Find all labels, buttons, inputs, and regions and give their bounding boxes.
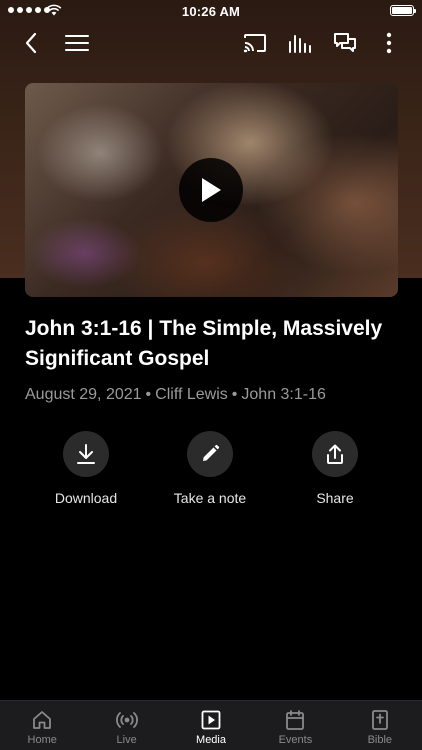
meta-separator: • xyxy=(145,386,152,403)
download-label: Download xyxy=(54,490,118,506)
live-broadcast-icon xyxy=(115,712,138,728)
tab-live[interactable]: Live xyxy=(84,701,168,750)
video-thumbnail[interactable] xyxy=(25,83,398,297)
top-toolbar xyxy=(0,26,422,60)
download-button[interactable]: Download xyxy=(31,431,141,506)
tab-bar: Home Live Media Events Bible xyxy=(0,700,422,750)
meta-passage: John 3:1-16 xyxy=(241,386,326,403)
share-label: Share xyxy=(316,490,354,506)
video-meta: August 29, 2021 • Cliff Lewis • John 3:1-16 xyxy=(25,386,326,404)
bible-icon xyxy=(371,710,388,730)
tab-home[interactable]: Home xyxy=(0,701,84,750)
pencil-icon xyxy=(203,444,220,461)
calendar-icon xyxy=(286,710,305,730)
take-note-button[interactable]: Take a note xyxy=(155,431,265,506)
status-time: 10:26 AM xyxy=(181,4,241,19)
download-icon xyxy=(77,444,95,464)
share-button[interactable]: Share xyxy=(280,431,390,506)
audio-bars-icon xyxy=(289,35,311,53)
share-circle[interactable] xyxy=(312,431,358,477)
tab-media[interactable]: Media xyxy=(169,701,253,750)
more-button[interactable] xyxy=(372,26,406,60)
chat-icon xyxy=(334,33,356,52)
tab-media-label: Media xyxy=(196,734,226,746)
meta-separator: • xyxy=(231,386,238,403)
battery-level xyxy=(392,7,412,14)
audio-button[interactable] xyxy=(283,26,317,60)
battery-icon xyxy=(390,5,416,16)
home-icon xyxy=(33,711,52,729)
chat-button[interactable] xyxy=(328,26,362,60)
menu-button[interactable] xyxy=(60,26,94,60)
download-circle[interactable] xyxy=(63,431,109,477)
tab-live-label: Live xyxy=(116,734,137,746)
play-icon xyxy=(202,178,221,202)
tab-home-label: Home xyxy=(27,734,57,746)
more-vertical-icon xyxy=(386,32,392,54)
tab-bible-label: Bible xyxy=(367,734,393,746)
status-bar: 10:26 AM xyxy=(0,0,422,22)
tab-events-label: Events xyxy=(278,734,313,746)
back-button[interactable] xyxy=(14,26,48,60)
tab-events[interactable]: Events xyxy=(253,701,337,750)
tab-bible[interactable]: Bible xyxy=(338,701,422,750)
video-title: John 3:1-16 | The Simple, Massively Sign… xyxy=(25,317,383,370)
media-play-icon xyxy=(201,710,221,730)
take-note-label: Take a note xyxy=(173,490,247,506)
menu-icon xyxy=(65,35,89,51)
cast-button[interactable] xyxy=(238,26,272,60)
play-button[interactable] xyxy=(179,158,243,222)
cast-icon xyxy=(243,34,266,53)
take-note-circle[interactable] xyxy=(187,431,233,477)
share-icon xyxy=(327,444,343,464)
meta-speaker: Cliff Lewis xyxy=(155,386,228,403)
meta-date: August 29, 2021 xyxy=(25,386,142,403)
back-chevron-icon xyxy=(25,32,37,54)
